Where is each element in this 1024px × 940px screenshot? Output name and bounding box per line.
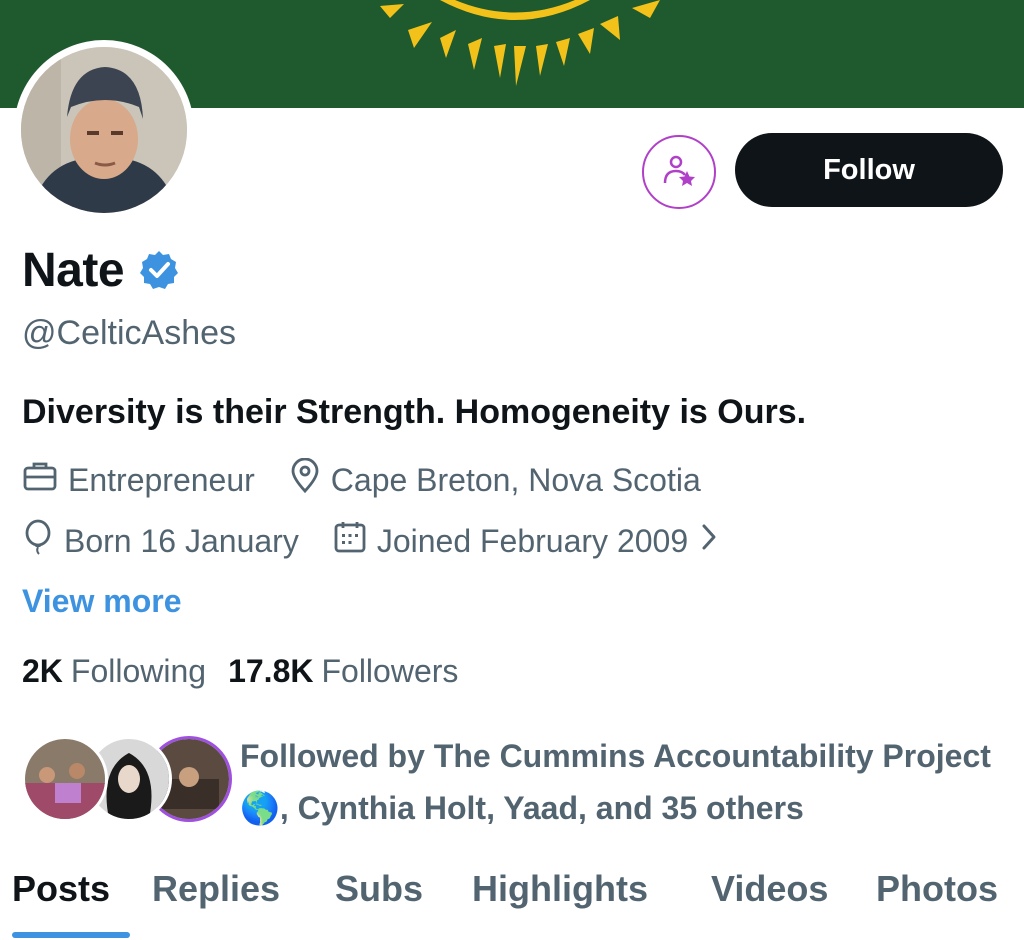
calendar-icon bbox=[333, 520, 377, 562]
balloon-icon bbox=[22, 519, 64, 563]
follower-avatar bbox=[22, 736, 108, 822]
following-stat[interactable]: 2K Following bbox=[22, 653, 206, 690]
followers-label: Followers bbox=[321, 653, 459, 689]
location: Cape Breton, Nova Scotia bbox=[289, 457, 701, 502]
profession: Entrepreneur bbox=[22, 459, 255, 501]
tab-highlights[interactable]: Highlights bbox=[472, 868, 648, 910]
name-row: Nate bbox=[22, 243, 180, 298]
following-count: 2K bbox=[22, 653, 63, 689]
meta-row-2: Born 16 January Joined February 2009 bbox=[22, 519, 762, 563]
verified-badge-icon[interactable] bbox=[138, 249, 180, 296]
follow-button[interactable]: Follow bbox=[735, 133, 1003, 207]
followed-by-text[interactable]: Followed by The Cummins Accountability P… bbox=[240, 730, 1020, 834]
follow-stats: 2K Following 17.8K Followers bbox=[22, 653, 480, 690]
birthday-text: Born 16 January bbox=[64, 522, 299, 559]
user-handle: @CelticAshes bbox=[22, 314, 237, 352]
followers-stat[interactable]: 17.8K Followers bbox=[228, 653, 458, 690]
briefcase-icon bbox=[22, 459, 68, 501]
tab-videos[interactable]: Videos bbox=[711, 868, 828, 910]
profile-tabs: Posts Replies Subs Highlights Videos Pho… bbox=[0, 860, 1024, 940]
birthday: Born 16 January bbox=[22, 519, 299, 563]
joined-text: Joined February 2009 bbox=[376, 522, 689, 559]
active-tab-indicator bbox=[12, 932, 130, 938]
display-name: Nate bbox=[22, 244, 125, 297]
avatar-photo bbox=[21, 47, 187, 213]
location-pin-icon bbox=[289, 457, 331, 502]
profile-avatar[interactable] bbox=[14, 40, 194, 220]
tab-posts[interactable]: Posts bbox=[12, 868, 110, 910]
tab-replies[interactable]: Replies bbox=[152, 868, 280, 910]
followers-count: 17.8K bbox=[228, 653, 314, 689]
profile-bio: Diversity is their Strength. Homogeneity… bbox=[22, 393, 807, 431]
view-more-link[interactable]: View more bbox=[22, 583, 181, 620]
tab-subs[interactable]: Subs bbox=[335, 868, 423, 910]
joined-date[interactable]: Joined February 2009 bbox=[333, 520, 728, 562]
chevron-right-icon bbox=[700, 522, 728, 560]
location-text: Cape Breton, Nova Scotia bbox=[330, 461, 701, 498]
followed-by-avatars[interactable] bbox=[22, 736, 232, 822]
tab-photos[interactable]: Photos bbox=[876, 868, 998, 910]
meta-row-1: Entrepreneur Cape Breton, Nova Scotia bbox=[22, 457, 735, 502]
following-label: Following bbox=[70, 653, 207, 689]
profession-text: Entrepreneur bbox=[68, 461, 255, 498]
person-star-icon bbox=[662, 153, 696, 192]
subscribe-icon-button[interactable] bbox=[642, 135, 716, 209]
